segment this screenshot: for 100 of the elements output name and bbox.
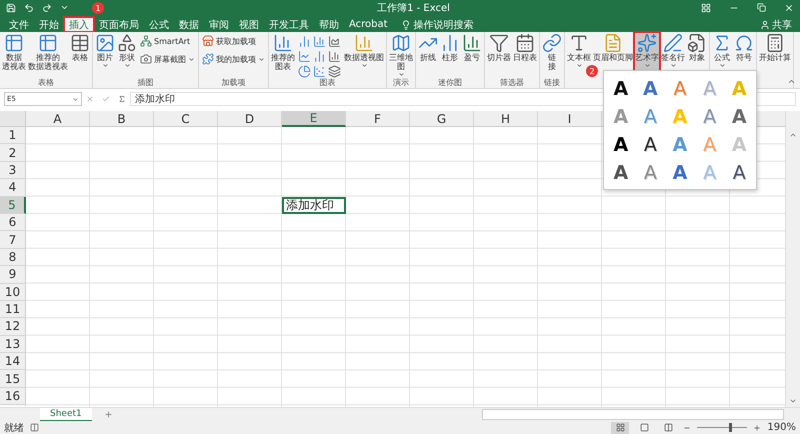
scroll-up-icon[interactable]	[789, 131, 797, 139]
ribbon-button[interactable]: 开始计算	[758, 32, 792, 78]
ribbon-button[interactable]: 屏幕截图	[140, 53, 195, 65]
ribbon-button[interactable]: SmartArt	[140, 35, 195, 47]
row-header[interactable]: 5	[0, 196, 26, 214]
restore-icon[interactable]	[757, 3, 766, 12]
bar-chart-icon	[354, 33, 374, 53]
ribbon-tab[interactable]: 帮助	[314, 17, 344, 32]
chart-type-icon[interactable]	[298, 50, 311, 63]
ribbon-button[interactable]: 获取加载项	[202, 35, 265, 47]
scroll-down-icon[interactable]	[789, 397, 797, 405]
ribbon-button[interactable]: 柱形	[439, 32, 461, 78]
ribbon-button[interactable]: 对象	[686, 32, 708, 78]
ribbon-tab[interactable]: 视图	[234, 17, 264, 32]
chart-type-icon[interactable]	[313, 65, 326, 78]
ribbon-button[interactable]: 表格	[69, 32, 91, 78]
chart-type-icon[interactable]	[328, 50, 341, 63]
wordart-style[interactable]: A	[724, 159, 754, 187]
ribbon-button[interactable]: 链 接	[541, 32, 563, 78]
wordart-style[interactable]: A	[636, 131, 666, 159]
row-header[interactable]: 14	[0, 353, 26, 370]
chart-type-icon[interactable]	[298, 35, 311, 48]
collapse-ribbon-icon[interactable]	[787, 77, 796, 86]
group-label: 迷你图	[438, 78, 462, 87]
ribbon-button[interactable]: 推荐的 图表	[270, 32, 296, 78]
close-icon[interactable]	[784, 2, 794, 12]
ribbon-button[interactable]: 图片	[94, 32, 116, 78]
row-header[interactable]: 7	[0, 231, 26, 249]
calculator-icon	[765, 33, 785, 53]
row-header[interactable]: 2	[0, 144, 26, 162]
row-header[interactable]: 16	[0, 388, 26, 406]
row-header[interactable]: 13	[0, 336, 26, 354]
ribbon-button[interactable]: 日程表	[512, 32, 538, 78]
ribbon-button[interactable]: 我的加载项	[202, 53, 265, 65]
ribbon-button[interactable]: 形状	[116, 32, 138, 78]
view-button[interactable]	[611, 422, 630, 434]
row-header[interactable]: 4	[0, 179, 26, 197]
group-label: 插图	[138, 78, 154, 87]
column-header[interactable]: A	[26, 111, 90, 127]
add-sheet-icon[interactable]	[104, 410, 113, 419]
zoom-thumb[interactable]	[729, 423, 732, 432]
sheet-tab[interactable]: Sheet1	[40, 408, 92, 422]
ribbon-button[interactable]: 盈亏	[461, 32, 483, 78]
search-field[interactable]: 操作说明搜索	[400, 17, 474, 32]
row-header[interactable]: 11	[0, 300, 26, 318]
wordart-style[interactable]: A	[665, 159, 695, 187]
zoom-in-icon[interactable]	[753, 424, 762, 432]
row-header[interactable]: 12	[0, 318, 26, 336]
ribbon-button[interactable]: 三维地 图	[388, 32, 414, 78]
ribbon-button[interactable]: 推荐的 数据透视表	[27, 32, 69, 78]
row-header[interactable]: 6	[0, 214, 26, 232]
status-text: 就绪	[4, 422, 24, 434]
function-icon[interactable]	[118, 95, 126, 103]
ribbon-button[interactable]: 公式	[711, 32, 733, 78]
chart-type-icon[interactable]	[298, 65, 311, 78]
save-icon[interactable]	[6, 2, 16, 12]
undo-icon[interactable]	[24, 2, 34, 12]
row-header[interactable]: 10	[0, 284, 26, 301]
chart-type-icon[interactable]	[328, 35, 341, 48]
share-button[interactable]: 共享	[760, 17, 792, 32]
horizontal-scrollbar[interactable]	[482, 409, 784, 420]
row-header[interactable]: 9	[0, 266, 26, 284]
column-header[interactable]: I	[538, 111, 602, 127]
column-header[interactable]: G	[410, 111, 474, 127]
wordart-style[interactable]: A	[606, 159, 636, 187]
row-header[interactable]: 8	[0, 248, 26, 266]
group-label: 图表	[320, 78, 336, 87]
column-header[interactable]: B	[90, 111, 154, 127]
ribbon-tab[interactable]: 审阅	[204, 17, 234, 32]
ribbon-button[interactable]: 切片器	[486, 32, 512, 78]
chart-type-icon[interactable]	[313, 50, 326, 63]
wordart-style[interactable]: A	[724, 103, 754, 131]
row-header[interactable]: 3	[0, 162, 26, 180]
image-icon	[95, 33, 115, 53]
active-cell[interactable]: 添加水印	[282, 196, 346, 214]
ribbon-button[interactable]: 数据 透视表	[1, 32, 27, 78]
column-header[interactable]: F	[346, 111, 410, 127]
ribbon-options-icon[interactable]	[701, 2, 711, 12]
wordart-style[interactable]: A	[606, 131, 636, 159]
row-header[interactable]: 15	[0, 370, 26, 388]
ribbon-tab[interactable]: 开始	[34, 17, 64, 32]
column-header[interactable]: D	[218, 111, 282, 127]
ribbon-button[interactable]: 数据透视图	[343, 32, 385, 78]
chart-type-icon[interactable]	[313, 35, 326, 48]
ribbon-button[interactable]: 签名行	[660, 32, 686, 78]
redo-icon[interactable]	[42, 2, 52, 12]
ribbon-tab[interactable]: 文件	[4, 17, 34, 32]
ribbon-tab[interactable]: 公式	[144, 17, 174, 32]
row-header[interactable]: 1	[0, 127, 26, 144]
ribbon-button[interactable]: 折线	[417, 32, 439, 78]
column-header[interactable]: H	[474, 111, 538, 127]
ribbon-button[interactable]: 符号	[733, 32, 755, 78]
chart-type-icon[interactable]	[328, 65, 341, 78]
vertical-scrollbar[interactable]	[785, 111, 800, 407]
ribbon-tab[interactable]: 开发工具	[264, 17, 314, 32]
ribbon-tab[interactable]: 数据	[174, 17, 204, 32]
column-header[interactable]: C	[154, 111, 218, 127]
ribbon-tab[interactable]: Acrobat	[344, 17, 393, 32]
column-header[interactable]: E	[282, 111, 346, 127]
customize-icon[interactable]	[60, 3, 69, 12]
